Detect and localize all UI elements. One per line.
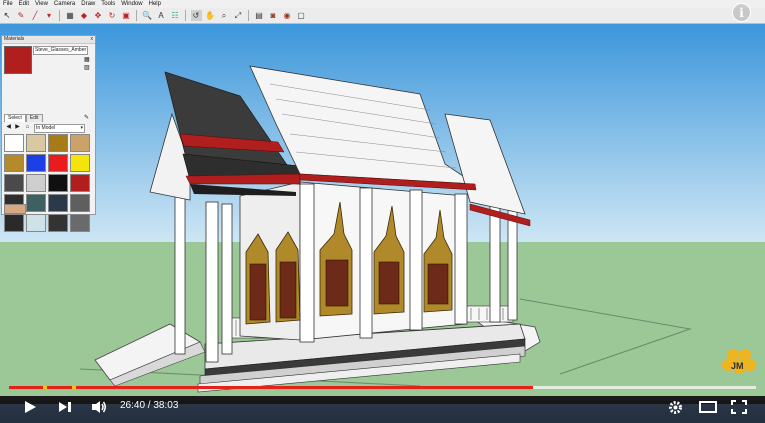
- pencil-tool-icon[interactable]: ╱: [30, 10, 41, 21]
- offset-icon[interactable]: ▣: [121, 10, 132, 21]
- material-swatch[interactable]: [70, 134, 90, 152]
- tape-measure-icon[interactable]: 🔍: [142, 10, 153, 21]
- ad-marker: [42, 386, 47, 389]
- menu-edit[interactable]: Edit: [16, 0, 32, 8]
- paint-tool-icon[interactable]: ✎: [16, 10, 27, 21]
- materials-title-text: Materials: [4, 36, 25, 42]
- toolbar-separator: [248, 10, 249, 21]
- menu-view[interactable]: View: [32, 0, 51, 8]
- fullscreen-icon[interactable]: [729, 399, 749, 415]
- styles-icon[interactable]: ◙: [268, 10, 279, 21]
- menu-bar: File Edit View Camera Draw Tools Window …: [0, 0, 765, 8]
- material-swatch[interactable]: [26, 134, 46, 152]
- menu-tools[interactable]: Tools: [98, 0, 118, 8]
- eraser-tool-icon[interactable]: ▾: [44, 10, 55, 21]
- tab-edit[interactable]: Edit: [25, 114, 43, 122]
- scenes-icon[interactable]: ▢: [296, 10, 307, 21]
- create-material-icon[interactable]: ▦: [84, 56, 90, 63]
- library-dropdown[interactable]: In Model ▾: [34, 124, 85, 133]
- zoom-extents-icon[interactable]: ⤢: [233, 10, 244, 21]
- select-tool-icon[interactable]: ↖: [2, 10, 13, 21]
- material-swatch[interactable]: [70, 154, 90, 172]
- default-material-icon[interactable]: ▨: [84, 64, 90, 71]
- material-swatch[interactable]: [48, 194, 68, 212]
- material-swatch-grid: [4, 134, 92, 232]
- library-dropdown-value: In Model: [36, 125, 56, 131]
- axes-icon[interactable]: ☷: [170, 10, 181, 21]
- info-icon[interactable]: i: [732, 3, 751, 22]
- materials-panel-title: Materials x: [2, 36, 95, 44]
- zoom-icon[interactable]: ⌕: [219, 10, 230, 21]
- material-swatch[interactable]: [26, 174, 46, 192]
- buffered-bar: [533, 386, 756, 389]
- material-swatch[interactable]: [4, 154, 24, 172]
- home-icon[interactable]: ⌂: [24, 124, 31, 131]
- settings-icon[interactable]: [666, 399, 684, 415]
- next-icon[interactable]: [57, 399, 75, 415]
- rotate-icon[interactable]: ↻: [107, 10, 118, 21]
- video-progress-bar[interactable]: [9, 386, 756, 389]
- material-swatch[interactable]: [70, 194, 90, 212]
- close-icon[interactable]: x: [91, 36, 94, 43]
- move-icon[interactable]: ✥: [93, 10, 104, 21]
- sketchup-video-frame: File Edit View Camera Draw Tools Window …: [0, 0, 765, 423]
- materials-tabs: Select Edit: [4, 114, 43, 122]
- volume-icon[interactable]: [90, 399, 108, 415]
- sketchup-viewport[interactable]: [0, 24, 765, 400]
- ad-marker: [72, 386, 77, 389]
- materials-panel: Materials x Steve_Glasses_Amber ▦ ▨ Sele…: [1, 35, 96, 232]
- material-swatch[interactable]: [70, 214, 90, 232]
- orbit-icon[interactable]: ↺: [190, 10, 202, 21]
- material-swatch[interactable]: [4, 214, 24, 232]
- played-bar: [9, 386, 534, 389]
- main-toolbar: ↖ ✎ ╱ ▾ ▦ ◆ ✥ ↻ ▣ 🔍 A ☷ ↺ ✋ ⌕ ⤢ ▤ ◙ ◉ ▢: [0, 8, 765, 24]
- material-swatch[interactable]: [48, 154, 68, 172]
- forward-icon[interactable]: ▶: [14, 124, 21, 131]
- tab-select[interactable]: Select: [4, 114, 26, 122]
- menu-camera[interactable]: Camera: [51, 0, 78, 8]
- components-icon[interactable]: ▤: [254, 10, 265, 21]
- current-material-swatch[interactable]: [4, 46, 32, 74]
- back-icon[interactable]: ◀: [5, 124, 12, 131]
- theater-icon[interactable]: [698, 399, 718, 415]
- material-swatch[interactable]: [26, 154, 46, 172]
- material-swatch[interactable]: [48, 134, 68, 152]
- material-swatch[interactable]: [4, 134, 24, 152]
- material-swatch[interactable]: [26, 214, 46, 232]
- material-swatch[interactable]: [4, 174, 24, 192]
- material-swatch[interactable]: [70, 174, 90, 192]
- temple-model-scene: [0, 24, 765, 400]
- pan-icon[interactable]: ✋: [205, 10, 216, 21]
- text-icon[interactable]: A: [156, 10, 167, 21]
- toolbar-separator: [59, 10, 60, 21]
- menu-help[interactable]: Help: [146, 0, 164, 8]
- sample-paint-icon[interactable]: ✎: [84, 114, 89, 121]
- material-swatch[interactable]: [26, 194, 46, 212]
- rectangle-tool-icon[interactable]: ▦: [65, 10, 76, 21]
- material-swatch[interactable]: [4, 204, 26, 214]
- video-time: 26:40 / 38:03: [120, 400, 179, 411]
- menu-window[interactable]: Window: [118, 0, 145, 8]
- materials-icon[interactable]: ◉: [282, 10, 293, 21]
- chevron-down-icon: ▾: [80, 125, 83, 131]
- jm-logo-text: JM: [731, 361, 744, 371]
- windows-taskbar-overlay: [0, 404, 765, 423]
- menu-file[interactable]: File: [0, 0, 16, 8]
- material-name-field[interactable]: Steve_Glasses_Amber: [33, 46, 88, 55]
- material-swatch[interactable]: [48, 174, 68, 192]
- material-swatch[interactable]: [48, 214, 68, 232]
- menu-draw[interactable]: Draw: [78, 0, 98, 8]
- toolbar-separator: [185, 10, 186, 21]
- toolbar-separator: [136, 10, 137, 21]
- play-icon[interactable]: [22, 399, 38, 415]
- push-pull-icon[interactable]: ◆: [79, 10, 90, 21]
